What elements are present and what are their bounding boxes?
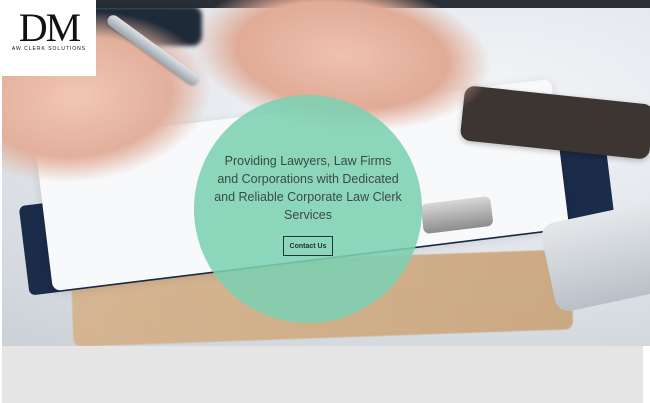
site-logo[interactable]: DM AW CLERK SOLUTIONS [2, 0, 96, 76]
hero-circle: Providing Lawyers, Law Firms and Corpora… [194, 95, 422, 323]
contact-us-button[interactable]: Contact Us [282, 236, 334, 256]
hero-tagline: Providing Lawyers, Law Firms and Corpora… [214, 154, 402, 222]
lower-section [2, 346, 643, 403]
logo-letters: DM [18, 5, 81, 50]
logo-subtitle: AW CLERK SOLUTIONS [11, 46, 87, 52]
